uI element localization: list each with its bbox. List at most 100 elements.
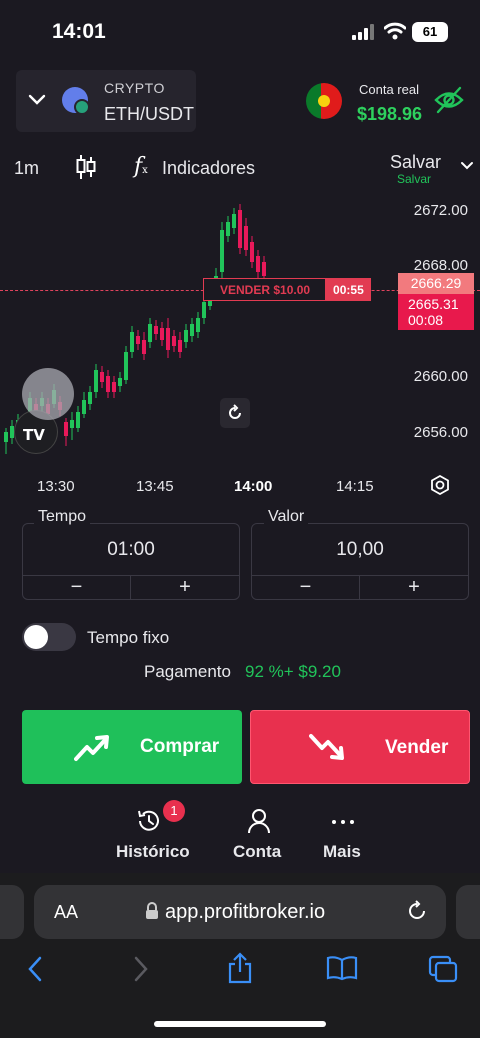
candle-body xyxy=(130,332,134,352)
sell-price-value: 2665.31 xyxy=(408,296,459,312)
home-indicator xyxy=(154,1021,326,1027)
function-icon[interactable]: fx xyxy=(134,154,148,179)
time-tick-label: 13:30 xyxy=(37,478,75,495)
bookmarks-icon[interactable] xyxy=(326,955,358,981)
status-bar: 14:01 61 xyxy=(0,0,480,64)
tradingview-mark: TV xyxy=(23,426,45,444)
payout-label: Pagamento xyxy=(144,662,231,681)
candle-body xyxy=(244,226,248,250)
trend-down-icon xyxy=(309,734,344,760)
amount-increase-button[interactable]: + xyxy=(360,575,468,600)
sell-price-timer: 00:08 xyxy=(408,312,444,328)
account-type[interactable]: Conta real xyxy=(359,82,419,97)
next-tab-preview[interactable] xyxy=(456,885,480,939)
previous-tab-preview[interactable] xyxy=(0,885,24,939)
buy-label: Comprar xyxy=(140,736,220,757)
open-order-tag[interactable]: VENDER $10.00 00:55 xyxy=(203,278,371,301)
share-icon[interactable] xyxy=(227,952,253,984)
tab-more[interactable]: Mais xyxy=(323,842,361,862)
asset-pair: ETH/USDT xyxy=(104,104,194,124)
asset-category: CRYPTO xyxy=(104,80,165,96)
account-balance[interactable]: $198.96 xyxy=(357,104,422,125)
time-tick-label: 14:00 xyxy=(234,478,273,495)
history-badge: 1 xyxy=(163,800,185,822)
time-increase-button[interactable]: + xyxy=(131,575,239,600)
interval-selector[interactable]: 1m xyxy=(14,158,39,179)
candle-body xyxy=(154,326,158,334)
candle-body xyxy=(148,324,152,342)
open-order-label: VENDER $10.00 xyxy=(220,283,311,297)
candle-body xyxy=(124,352,128,380)
sell-price-label: 2665.31 00:08 xyxy=(398,294,474,330)
sell-button[interactable]: Vender xyxy=(250,710,470,784)
candle-body xyxy=(100,372,104,382)
back-icon[interactable] xyxy=(26,956,44,982)
address-bar[interactable]: AA app.profitbroker.io xyxy=(34,885,446,939)
price-tick-label: 2668.00 xyxy=(413,257,468,274)
candle-body xyxy=(190,324,194,336)
chart-settings-icon[interactable] xyxy=(430,475,450,495)
url-text[interactable]: app.profitbroker.io xyxy=(165,901,325,924)
user-icon[interactable] xyxy=(247,808,271,834)
candle-body xyxy=(250,242,254,262)
candle-body xyxy=(4,432,8,442)
wifi-icon xyxy=(384,22,406,40)
amount-value[interactable]: 10,00 xyxy=(252,524,468,575)
tab-account[interactable]: Conta xyxy=(233,842,281,862)
history-icon[interactable] xyxy=(136,808,162,834)
reset-zoom-button[interactable] xyxy=(220,398,250,428)
time-value[interactable]: 01:00 xyxy=(23,524,239,575)
candle-body xyxy=(106,376,110,392)
amount-label: Valor xyxy=(264,508,309,526)
more-icon[interactable] xyxy=(331,818,355,826)
buy-button[interactable]: Comprar xyxy=(22,710,242,784)
fixed-time-label: Tempo fixo xyxy=(87,628,170,647)
candle-body xyxy=(226,222,230,236)
forward-icon[interactable] xyxy=(132,956,150,982)
candle-body xyxy=(172,336,176,346)
reload-icon[interactable] xyxy=(406,900,428,922)
amount-decrease-button[interactable]: − xyxy=(252,575,360,600)
battery-indicator: 61 xyxy=(412,22,448,42)
candle-body xyxy=(118,378,122,386)
amount-field[interactable]: 10,00 − + xyxy=(251,523,469,600)
time-decrease-button[interactable]: − xyxy=(23,575,131,600)
candle-body xyxy=(232,214,236,228)
payout-value: 92 %+ $9.20 xyxy=(245,662,341,681)
price-tick-label: 2656.00 xyxy=(413,424,468,441)
fixed-time-toggle[interactable] xyxy=(22,623,76,651)
save-button[interactable]: Salvar xyxy=(390,152,441,173)
asset-selector[interactable]: CRYPTO ETH/USDT xyxy=(16,70,196,132)
candle-body xyxy=(136,336,140,344)
candle-body xyxy=(184,330,188,342)
indicators-button[interactable]: Indicadores xyxy=(162,158,255,179)
time-tick-label: 13:45 xyxy=(136,478,174,495)
candlestick-chart[interactable] xyxy=(0,192,400,472)
time-field[interactable]: 01:00 − + xyxy=(22,523,240,600)
time-label: Tempo xyxy=(34,508,91,526)
candle-body xyxy=(196,318,200,332)
candle-body xyxy=(64,422,68,436)
candle-body xyxy=(112,382,116,392)
candlestick-chart-icon[interactable] xyxy=(76,154,96,180)
candle-body xyxy=(220,230,224,272)
text-size-button[interactable]: AA xyxy=(54,902,78,923)
current-price-label: 2666.29 xyxy=(398,273,474,294)
candle-body xyxy=(178,340,182,352)
tabs-icon[interactable] xyxy=(428,955,458,983)
refresh-icon xyxy=(229,404,241,419)
trend-up-icon xyxy=(74,735,109,761)
chevron-down-icon[interactable] xyxy=(460,160,474,172)
toggle-knob xyxy=(24,625,48,649)
price-tick-label: 2672.00 xyxy=(413,202,468,219)
candle-body xyxy=(256,256,260,272)
chevron-down-icon xyxy=(28,94,46,105)
candle-body xyxy=(160,328,164,340)
candle-body xyxy=(76,412,80,428)
candle-body xyxy=(262,262,266,276)
sell-label: Vender xyxy=(385,737,449,758)
eye-off-icon[interactable] xyxy=(434,86,464,114)
tab-history[interactable]: Histórico xyxy=(116,842,190,862)
candle-body xyxy=(142,340,146,354)
usdt-coin-icon xyxy=(74,99,90,115)
